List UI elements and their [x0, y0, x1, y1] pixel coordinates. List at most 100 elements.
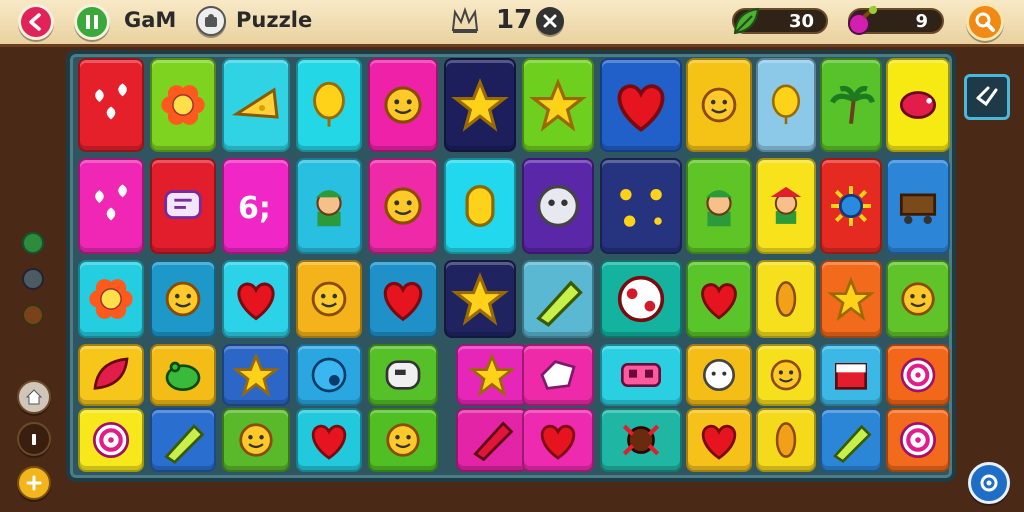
tile-heart[interactable]: [686, 260, 752, 338]
mask-icon: [621, 363, 661, 387]
girl-icon: [770, 186, 802, 224]
tile-heart[interactable]: [686, 408, 752, 472]
tile-hand[interactable]: [444, 158, 516, 254]
tile-swirl[interactable]: [886, 344, 950, 406]
sun-face-icon: [770, 359, 802, 391]
tile-boy[interactable]: [296, 158, 362, 254]
tile-sun-face[interactable]: [686, 58, 752, 152]
tile-stars[interactable]: [600, 158, 682, 254]
tile-letters[interactable]: 6;: [222, 158, 290, 254]
tile-candy[interactable]: [456, 408, 528, 472]
frog-icon: [165, 361, 201, 391]
tile-sun-face[interactable]: [756, 344, 816, 406]
close-icon: [543, 14, 557, 28]
tile-sun-face[interactable]: [368, 408, 438, 472]
tile-flower[interactable]: [150, 58, 216, 152]
pause-button[interactable]: [74, 4, 110, 40]
tile-heart[interactable]: [368, 260, 438, 338]
tile-balloon[interactable]: [756, 58, 816, 152]
hearts-icon: [95, 83, 127, 120]
tile-balloon[interactable]: [296, 58, 362, 152]
tile-cart[interactable]: [886, 158, 950, 254]
palm-icon: [829, 85, 875, 124]
tile-box[interactable]: [522, 344, 594, 406]
tile-ball[interactable]: [600, 260, 682, 338]
tile-star[interactable]: [456, 344, 528, 406]
tile-heart[interactable]: [222, 260, 290, 338]
bean-icon: [775, 422, 797, 458]
sheep-icon: [703, 359, 735, 391]
crayon-icon: [832, 424, 872, 464]
tile-hearts[interactable]: [78, 158, 144, 254]
sun-face-icon: [239, 423, 273, 457]
bird-icon: [899, 91, 937, 119]
tile-star[interactable]: [522, 58, 594, 152]
tile-crayon[interactable]: [150, 408, 216, 472]
tile-bug[interactable]: [600, 408, 682, 472]
tile-star[interactable]: [444, 260, 516, 338]
tile-heart[interactable]: [600, 58, 682, 152]
tile-girl[interactable]: [756, 158, 816, 254]
tile-cheese[interactable]: [222, 58, 290, 152]
tile-star[interactable]: [222, 344, 290, 406]
tile-sun-face[interactable]: [222, 408, 290, 472]
close-button[interactable]: [536, 7, 564, 35]
puzzle-label: Puzzle: [236, 8, 313, 32]
potion-icon: [848, 6, 877, 35]
side-dot-green[interactable]: [22, 232, 44, 254]
tile-boy[interactable]: [686, 158, 752, 254]
tile-flower[interactable]: [78, 260, 144, 338]
score-counter: 17: [496, 5, 533, 35]
boy-icon: [706, 190, 732, 227]
tile-palm[interactable]: [820, 58, 882, 152]
tile-crayon[interactable]: [820, 408, 882, 472]
sun-face-icon: [701, 87, 737, 123]
tile-robot[interactable]: [368, 344, 438, 406]
tile-ghost[interactable]: [522, 158, 594, 254]
add-button[interactable]: [17, 466, 51, 500]
tile-frog[interactable]: [150, 344, 216, 406]
star-icon: [451, 272, 509, 326]
tile-sun-face[interactable]: [368, 58, 438, 152]
game-board: 6;: [66, 50, 956, 482]
bug-icon: [622, 424, 660, 456]
tile-bean[interactable]: [756, 408, 816, 472]
tile-swirl[interactable]: [78, 408, 144, 472]
tile-sun-face[interactable]: [368, 158, 438, 254]
tile-sun-face[interactable]: [296, 260, 362, 338]
tile-sunburst[interactable]: [820, 158, 882, 254]
tile-sheep[interactable]: [686, 344, 752, 406]
home-button[interactable]: [17, 380, 51, 414]
tile-bubble[interactable]: [296, 344, 362, 406]
tile-chat[interactable]: [150, 158, 216, 254]
tile-heart[interactable]: [296, 408, 362, 472]
flower-icon: [161, 85, 205, 125]
tile-bean[interactable]: [756, 260, 816, 338]
tile-bird[interactable]: [886, 58, 950, 152]
tile-hearts[interactable]: [78, 58, 144, 152]
heart-icon: [701, 424, 737, 460]
tile-mask[interactable]: [600, 344, 682, 406]
tile-leaf[interactable]: [78, 344, 144, 406]
tile-swirl[interactable]: [886, 408, 950, 472]
leaf-icon: [93, 357, 129, 390]
tile-cake[interactable]: [820, 344, 882, 406]
tile-heart[interactable]: [522, 408, 594, 472]
chat-icon: [164, 190, 202, 219]
tile-star[interactable]: [444, 58, 516, 152]
tile-sun-face[interactable]: [150, 260, 216, 338]
svg-text:6;: 6;: [238, 191, 271, 226]
settings-button[interactable]: [968, 462, 1010, 504]
leaf-icon: [733, 7, 760, 35]
tile-sun-face[interactable]: [886, 260, 950, 338]
exit-button[interactable]: [964, 74, 1010, 120]
search-button[interactable]: [966, 3, 1004, 41]
tile-star[interactable]: [820, 260, 882, 338]
puzzle-piece-icon: [205, 14, 217, 27]
side-dot-gray[interactable]: [22, 268, 44, 290]
tile-crayon[interactable]: [522, 260, 594, 338]
info-button[interactable]: [17, 422, 51, 456]
back-button[interactable]: [18, 4, 54, 40]
balloon-icon: [771, 84, 801, 125]
side-dot-brown[interactable]: [22, 304, 44, 326]
